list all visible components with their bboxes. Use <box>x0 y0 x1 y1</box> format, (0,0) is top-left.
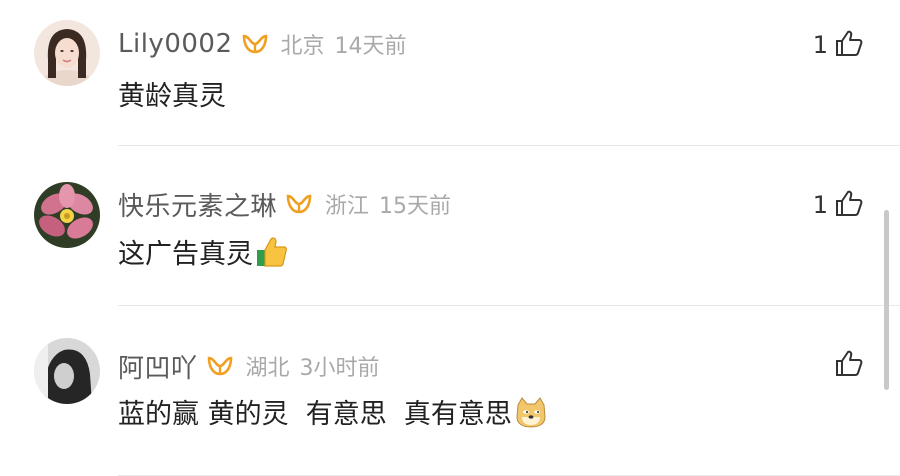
comment-meta: 阿凹吖 湖北 3小时前 <box>118 346 380 386</box>
comment-text: 蓝的赢 黄的灵 有意思 真有意思 <box>118 392 548 431</box>
comment-text: 黄龄真灵 <box>118 74 226 113</box>
comment-location: 湖北 <box>245 356 290 381</box>
comment-text-content: 黄龄真灵 <box>118 81 226 112</box>
vip-badge-icon <box>206 355 234 377</box>
comment-list: Lily0002 北京 14天前 黄龄真灵 1 快乐元素之琳 浙江 15天前 这… <box>0 0 900 476</box>
comment-location: 浙江 <box>325 194 370 219</box>
comment-text-content: 这广告真灵 <box>118 239 253 270</box>
comment-time: 3小时前 <box>299 356 380 381</box>
thumb-up-icon <box>834 188 864 222</box>
like-button[interactable]: 1 <box>813 28 864 62</box>
comment-text: 这广告真灵 <box>118 232 289 271</box>
comment-meta: Lily0002 北京 14天前 <box>118 24 407 64</box>
thumbs-up-emoji-icon <box>255 235 289 269</box>
vip-badge-icon <box>285 193 313 215</box>
user-avatar[interactable] <box>34 20 100 86</box>
like-count: 1 <box>812 191 828 219</box>
like-button[interactable] <box>828 348 864 382</box>
comment-item: 阿凹吖 湖北 3小时前 蓝的赢 黄的灵 有意思 真有意思 <box>0 306 900 476</box>
user-avatar[interactable] <box>34 338 100 404</box>
vip-badge-icon <box>241 33 269 55</box>
scrollbar[interactable] <box>884 210 889 390</box>
comment-time: 15天前 <box>379 194 452 219</box>
comment-item: 快乐元素之琳 浙江 15天前 这广告真灵 1 <box>0 146 900 306</box>
comment-item: Lily0002 北京 14天前 黄龄真灵 1 <box>0 0 900 146</box>
thumb-up-icon <box>834 348 864 382</box>
comment-meta: 快乐元素之琳 浙江 15天前 <box>118 184 451 224</box>
doge-emoji-icon <box>514 395 548 429</box>
username[interactable]: Lily0002 <box>118 29 233 59</box>
thumb-up-icon <box>834 28 864 62</box>
comment-text-content: 蓝的赢 黄的灵 有意思 真有意思 <box>118 399 512 430</box>
username[interactable]: 阿凹吖 <box>118 348 198 385</box>
comment-time: 14天前 <box>334 34 407 59</box>
comment-location: 北京 <box>280 34 325 59</box>
like-button[interactable]: 1 <box>813 188 864 222</box>
user-avatar[interactable] <box>34 182 100 248</box>
like-count: 1 <box>812 31 828 59</box>
username[interactable]: 快乐元素之琳 <box>118 186 277 223</box>
